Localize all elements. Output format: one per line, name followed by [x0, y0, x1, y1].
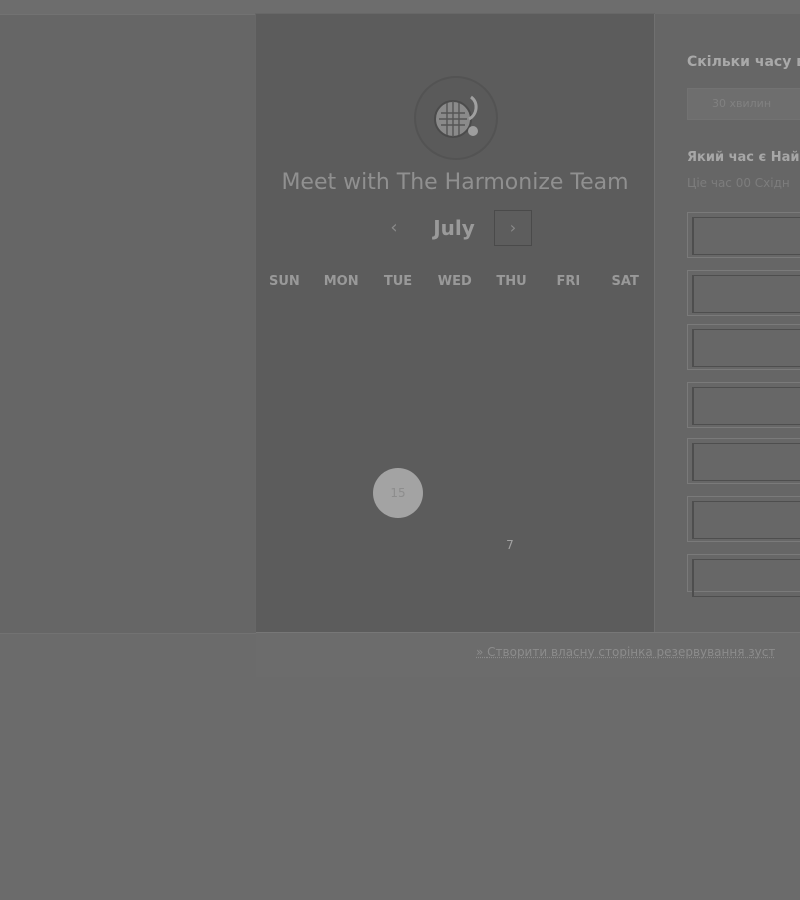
- weekday-header: SUN MON TUE WED THU FRI SAT: [256, 274, 654, 289]
- weekday-thu: THU: [496, 274, 527, 289]
- arrow-icon: »: [476, 645, 488, 659]
- calendar-day[interactable]: 7: [498, 538, 522, 558]
- weekday-sun: SUN: [268, 274, 300, 289]
- duration-option-button[interactable]: 30 хвилин: [687, 88, 800, 120]
- month-label: July: [433, 216, 475, 240]
- footer-link-text: Створити власну сторінка резервування зу…: [487, 645, 776, 659]
- scheduler-card: Meet with The Harmonize Team ‹ July › SU…: [256, 14, 654, 632]
- time-slot-button[interactable]: [687, 382, 800, 428]
- weekday-wed: WED: [437, 274, 472, 289]
- weekday-tue: TUE: [383, 274, 413, 289]
- disco-ball-icon: [434, 95, 478, 138]
- time-slot-button[interactable]: [687, 438, 800, 484]
- time-slot-button[interactable]: [687, 212, 800, 258]
- top-divider: [0, 0, 800, 15]
- left-panel: [0, 14, 256, 634]
- timezone-note: Ціе час 00 Східн: [687, 176, 790, 190]
- weekday-mon: MON: [323, 274, 359, 289]
- month-navigation: ‹ July ›: [256, 210, 654, 250]
- weekday-fri: FRI: [556, 274, 581, 289]
- weekday-sat: SAT: [611, 274, 639, 289]
- time-slot-button[interactable]: [687, 324, 800, 370]
- calendar-day-selected[interactable]: 15: [373, 468, 423, 518]
- footer-bar: » Створити власну сторінка резервування …: [256, 632, 800, 677]
- time-slot-button[interactable]: [687, 554, 800, 597]
- chevron-right-icon[interactable]: ›: [494, 210, 532, 246]
- time-heading: Який час є Най: [687, 150, 800, 165]
- create-booking-page-link[interactable]: » Створити власну сторінка резервування …: [476, 645, 775, 659]
- chevron-left-icon[interactable]: ‹: [380, 214, 408, 242]
- company-logo: [414, 76, 498, 160]
- time-slot-button[interactable]: [687, 270, 800, 316]
- page-title: Meet with The Harmonize Team: [281, 170, 629, 195]
- time-slot-button[interactable]: [687, 496, 800, 542]
- duration-heading: Скільки часу в: [687, 54, 800, 70]
- time-selection-panel: Скільки часу в 30 хвилин Який час є Най …: [654, 14, 800, 632]
